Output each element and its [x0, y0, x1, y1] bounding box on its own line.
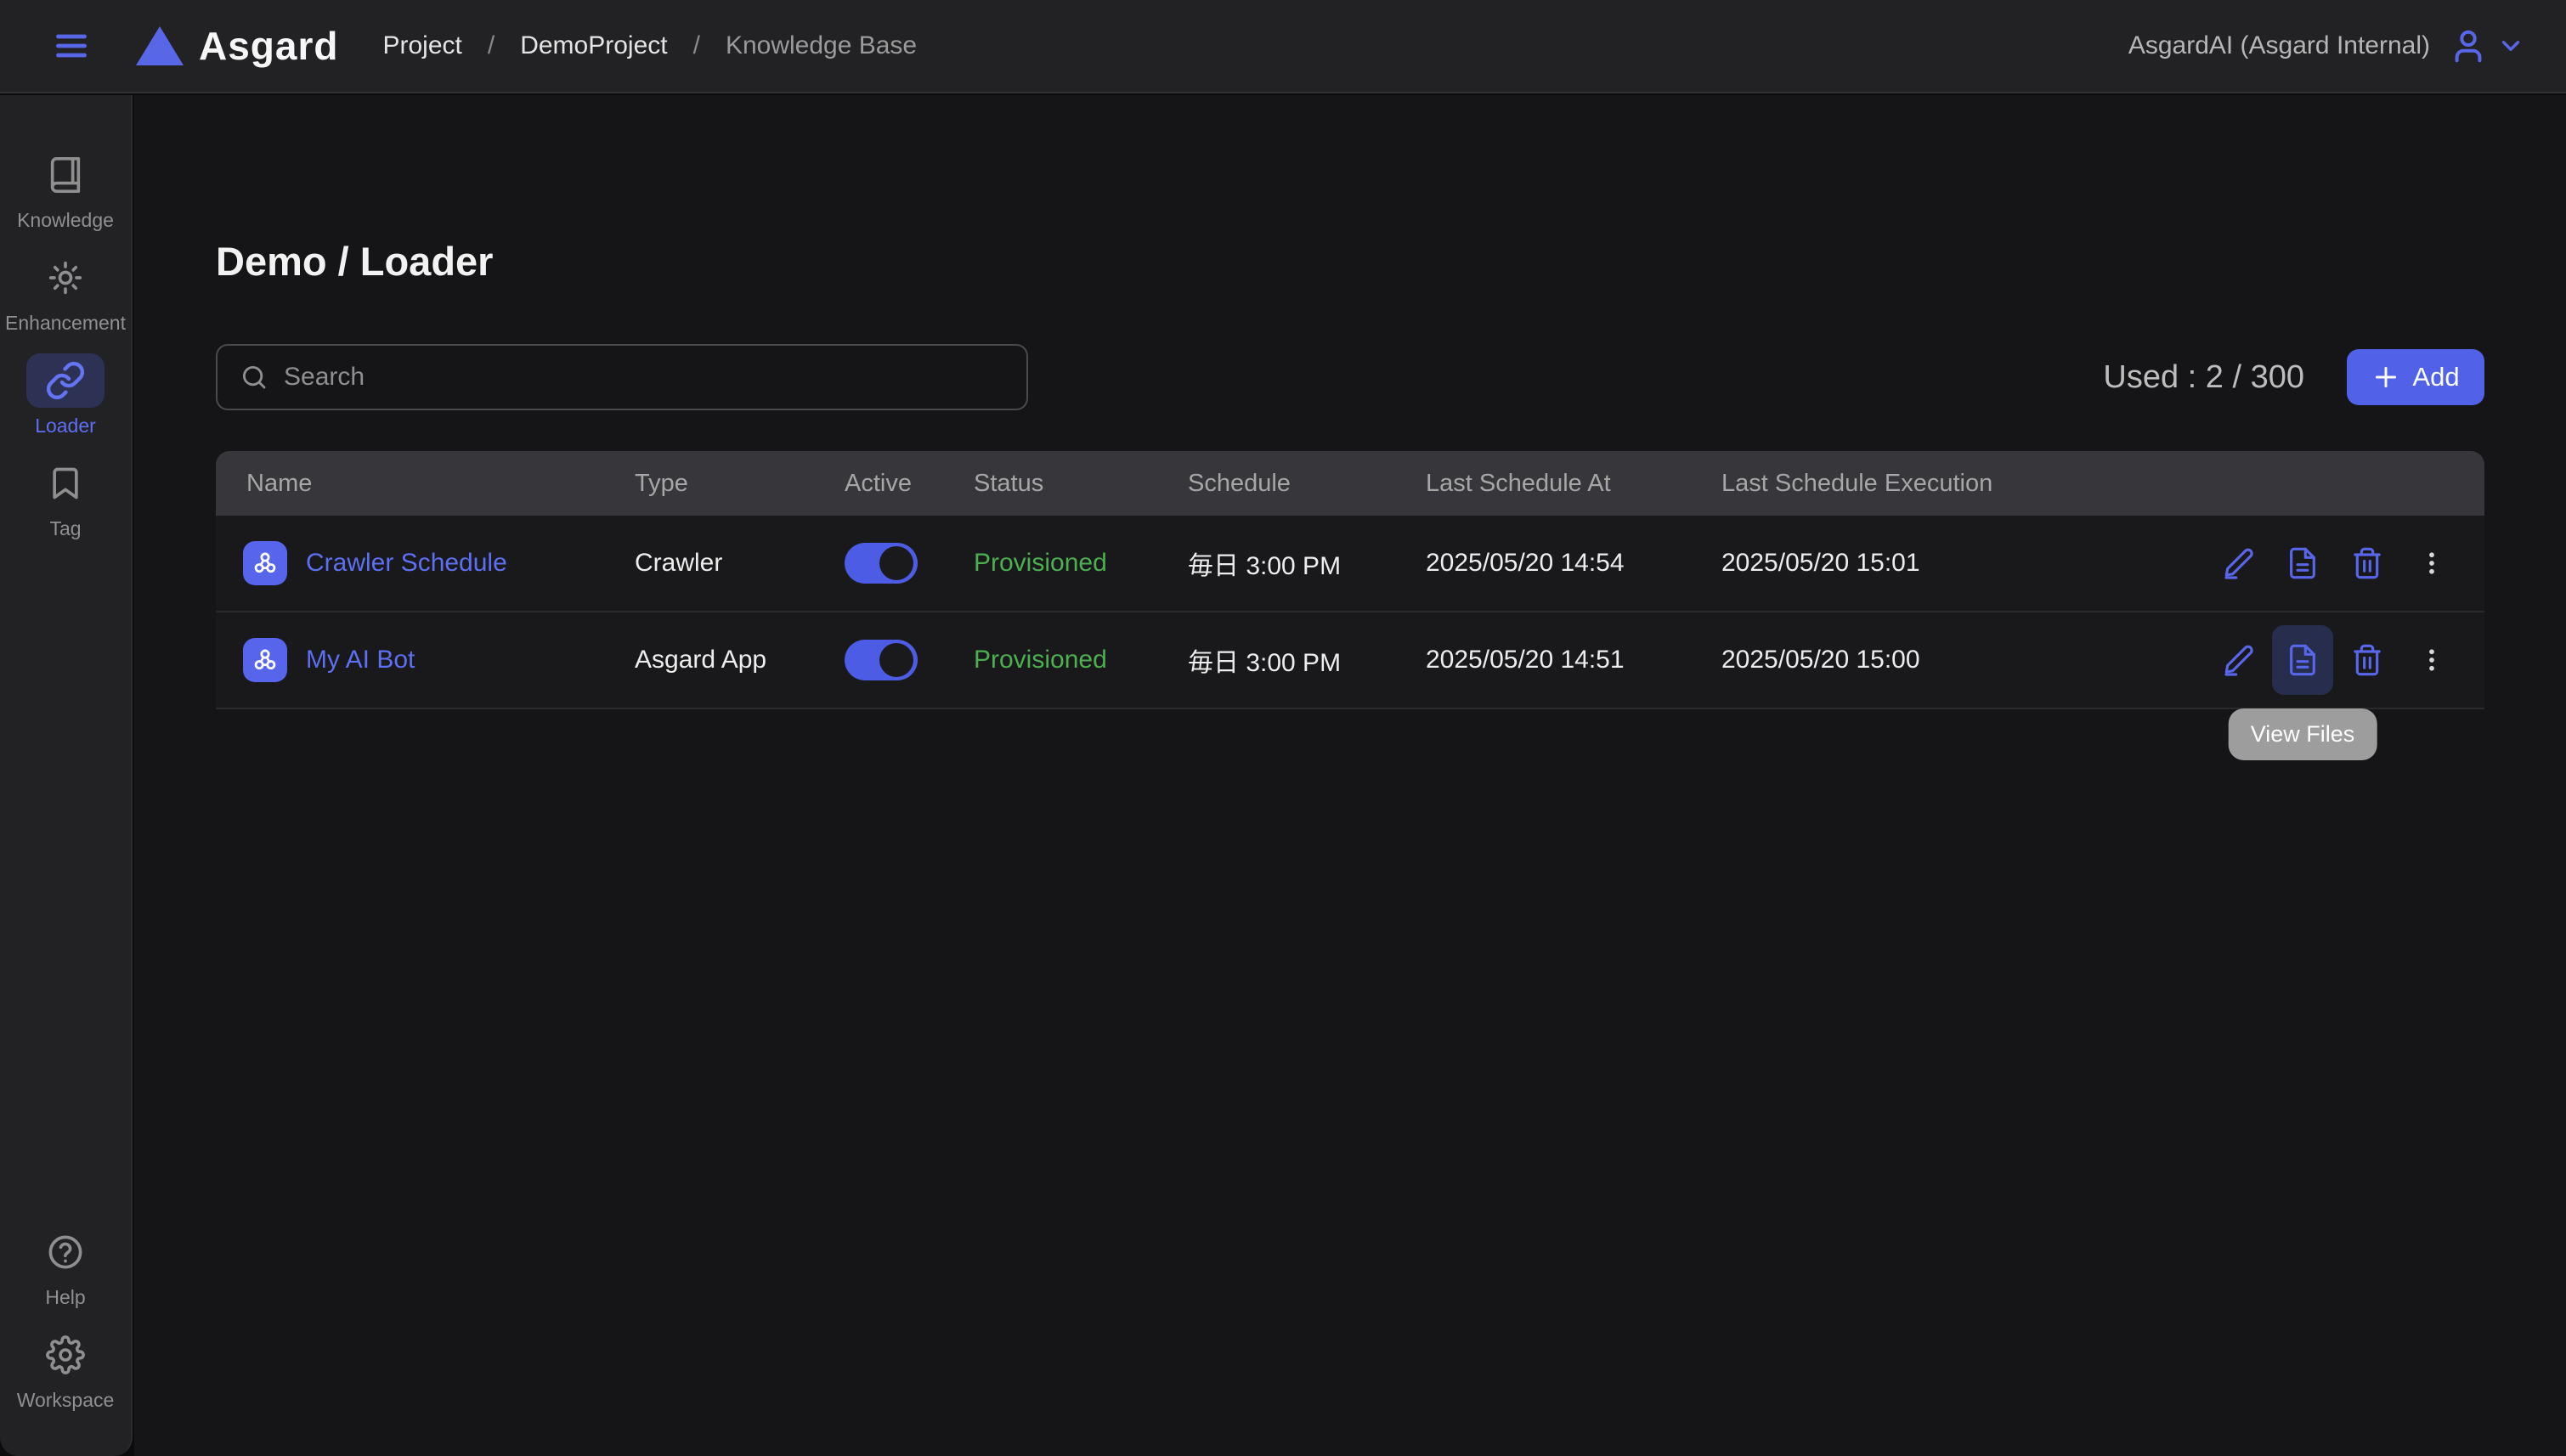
sidebar-item-workspace[interactable]: Workspace: [0, 1328, 132, 1412]
sidebar-item-help[interactable]: Help: [0, 1225, 132, 1309]
plus-icon: [2371, 363, 2400, 392]
sidebar-footer: Help Workspace: [0, 1225, 132, 1412]
row-schedule: 毎日 3:00 PM: [1188, 545, 1426, 582]
loader-app-icon: [243, 638, 287, 682]
row-last-schedule-at: 2025/05/20 14:54: [1426, 549, 1721, 578]
more-actions-button[interactable]: [2401, 625, 2462, 695]
account-label: AsgardAI (Asgard Internal): [2128, 31, 2430, 60]
row-name-link[interactable]: My AI Bot: [306, 646, 415, 674]
kebab-menu-icon: [2416, 548, 2447, 578]
sidebar-item-knowledge[interactable]: Knowledge: [0, 148, 132, 232]
sidebar-item-enhancement[interactable]: Enhancement: [0, 251, 132, 335]
column-header-name: Name: [216, 470, 635, 498]
row-last-schedule-execution: 2025/05/20 15:00: [1721, 646, 2112, 674]
add-button[interactable]: Add: [2347, 349, 2484, 405]
breadcrumb-demoproject[interactable]: DemoProject: [520, 31, 667, 60]
account-menu[interactable]: AsgardAI (Asgard Internal): [2128, 26, 2525, 65]
add-button-label: Add: [2412, 362, 2459, 392]
column-header-last-schedule-execution: Last Schedule Execution: [1721, 470, 2112, 498]
main-content: Demo / Loader Used : 2 / 300 Add: [134, 95, 2566, 1456]
row-schedule: 毎日 3:00 PM: [1188, 641, 1426, 679]
pencil-icon: [2221, 643, 2255, 677]
table-header: Name Type Active Status Schedule Last Sc…: [216, 451, 2484, 516]
row-last-schedule-at: 2025/05/20 14:51: [1426, 646, 1721, 674]
brand-name: Asgard: [199, 23, 338, 69]
breadcrumb-separator: /: [488, 31, 495, 60]
usage-counter: Used : 2 / 300: [2103, 359, 2304, 396]
search-icon: [240, 363, 268, 392]
column-header-active: Active: [845, 470, 974, 498]
sidebar-item-loader[interactable]: Loader: [0, 353, 132, 437]
view-files-button[interactable]: View Files: [2272, 625, 2333, 695]
file-icon: [2286, 546, 2320, 580]
bookmark-icon: [47, 465, 84, 502]
delete-button[interactable]: [2337, 528, 2398, 598]
active-toggle[interactable]: [845, 543, 918, 584]
view-files-button[interactable]: [2272, 528, 2333, 598]
file-icon: [2286, 643, 2320, 677]
breadcrumb-knowledge-base: Knowledge Base: [726, 31, 917, 60]
trash-icon: [2350, 643, 2384, 677]
column-header-status: Status: [974, 470, 1188, 498]
chevron-down-icon[interactable]: [2496, 31, 2525, 60]
page-title: Demo / Loader: [216, 238, 493, 285]
gear-icon: [46, 1335, 85, 1374]
sidebar-label: Loader: [35, 415, 96, 437]
sidebar-label: Tag: [49, 517, 81, 540]
link-icon: [45, 360, 86, 401]
breadcrumb-project[interactable]: Project: [382, 31, 461, 60]
edit-button[interactable]: [2207, 528, 2269, 598]
row-last-schedule-execution: 2025/05/20 15:01: [1721, 549, 2112, 578]
top-header: Asgard Project / DemoProject / Knowledge…: [0, 0, 2566, 93]
table-row: Crawler Schedule Crawler Provisioned 毎日 …: [216, 516, 2484, 612]
loader-table: Name Type Active Status Schedule Last Sc…: [216, 451, 2484, 709]
row-name-link[interactable]: Crawler Schedule: [306, 549, 507, 578]
sidebar-item-tag[interactable]: Tag: [0, 456, 132, 540]
view-files-tooltip: View Files: [2229, 708, 2377, 760]
sidebar-label: Enhancement: [5, 312, 126, 335]
row-type: Asgard App: [635, 646, 845, 674]
column-header-schedule: Schedule: [1188, 470, 1426, 498]
row-type: Crawler: [635, 549, 845, 578]
trash-icon: [2350, 546, 2384, 580]
brand-logo[interactable]: Asgard: [136, 23, 338, 69]
toolbar: Used : 2 / 300 Add: [216, 344, 2484, 410]
breadcrumb: Project / DemoProject / Knowledge Base: [382, 31, 917, 60]
column-header-type: Type: [635, 470, 845, 498]
user-icon[interactable]: [2449, 26, 2488, 65]
hamburger-menu-icon[interactable]: [48, 25, 95, 66]
edit-button[interactable]: [2207, 625, 2269, 695]
loader-app-icon: [243, 541, 287, 585]
book-icon: [46, 155, 85, 195]
sidebar-label: Knowledge: [17, 209, 114, 232]
pencil-icon: [2221, 546, 2255, 580]
breadcrumb-separator: /: [693, 31, 700, 60]
sun-icon: [46, 258, 85, 297]
table-row: My AI Bot Asgard App Provisioned 毎日 3:00…: [216, 612, 2484, 709]
column-header-last-schedule-at: Last Schedule At: [1426, 470, 1721, 498]
row-status: Provisioned: [974, 646, 1188, 674]
app-root: Asgard Project / DemoProject / Knowledge…: [0, 0, 2566, 1456]
sidebar-label: Workspace: [17, 1389, 115, 1412]
search-input[interactable]: [284, 363, 1004, 392]
search-box[interactable]: [216, 344, 1028, 410]
delete-button[interactable]: [2337, 625, 2398, 695]
triangle-logo-icon: [136, 26, 184, 65]
more-actions-button[interactable]: [2401, 528, 2462, 598]
help-circle-icon: [46, 1233, 85, 1272]
kebab-menu-icon: [2416, 645, 2447, 675]
sidebar: Knowledge Enhancement Loa: [0, 95, 133, 1456]
sidebar-label: Help: [45, 1286, 85, 1309]
active-toggle[interactable]: [845, 640, 918, 680]
row-status: Provisioned: [974, 549, 1188, 578]
